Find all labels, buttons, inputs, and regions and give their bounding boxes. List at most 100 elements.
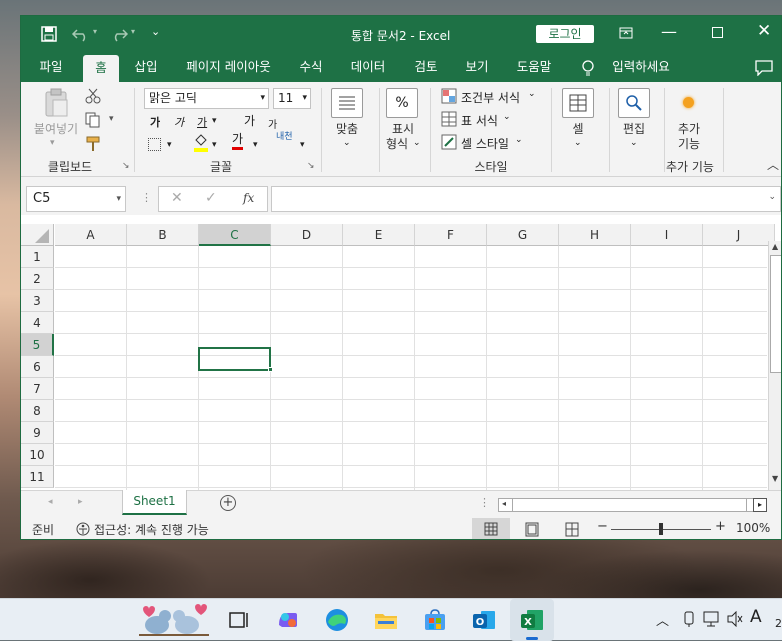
enter-icon[interactable]: ✓ (205, 190, 217, 206)
paste-icon[interactable] (43, 88, 69, 118)
percent-icon[interactable]: % (386, 88, 418, 118)
close-icon[interactable]: ✕ (757, 21, 771, 41)
column-header-i[interactable]: I (631, 224, 703, 246)
row-header-4[interactable]: 4 (21, 312, 54, 334)
cell-style-button[interactable]: 셀 스타일 (461, 135, 509, 152)
column-header-h[interactable]: H (559, 224, 631, 246)
horizontal-scroll-thumb[interactable] (512, 499, 747, 511)
normal-view-button[interactable] (472, 518, 510, 539)
phonetic-button[interactable]: 내천 (276, 132, 294, 142)
row-header-2[interactable]: 2 (21, 268, 54, 290)
conditional-dropdown-icon[interactable]: ⌄ (528, 89, 536, 99)
number-format-dropdown-icon[interactable]: ⌄ (413, 138, 421, 148)
cell-style-dropdown-icon[interactable]: ⌄ (515, 135, 523, 145)
selected-cell-c5[interactable] (198, 347, 271, 371)
accessibility-status[interactable]: 접근성: 계속 진행 가능 (94, 521, 209, 538)
show-hidden-icons-icon[interactable]: ︿ (656, 610, 669, 629)
row-header-11[interactable]: 11 (21, 466, 54, 488)
column-header-f[interactable]: F (415, 224, 487, 246)
fill-handle[interactable] (268, 367, 273, 372)
scroll-left-icon[interactable]: ◂ (502, 499, 506, 508)
name-box[interactable]: C5 ▾ (26, 186, 126, 212)
login-button[interactable]: 로그인 (536, 25, 594, 43)
page-layout-view-icon[interactable] (524, 522, 540, 537)
underline-dropdown-icon[interactable]: ▾ (212, 116, 217, 126)
tab-formulas[interactable]: 수식 (291, 52, 331, 82)
save-icon[interactable] (41, 26, 57, 42)
editing-button[interactable]: 편집 (614, 122, 654, 137)
increase-font-button[interactable]: 가 (244, 112, 255, 129)
tab-insert[interactable]: 삽입 (126, 52, 166, 82)
excel-taskbar-button[interactable]: X (510, 599, 554, 641)
volume-icon[interactable] (726, 611, 744, 627)
undo-icon[interactable] (71, 26, 91, 42)
comments-icon[interactable] (755, 60, 773, 76)
input-language-indicator[interactable]: A (750, 607, 762, 627)
undo-dropdown-icon[interactable]: ▾ (93, 27, 97, 36)
number-format-button[interactable]: 표시 (383, 122, 423, 137)
paste-button[interactable]: 붙여넣기 (29, 122, 83, 137)
editing-icon[interactable] (618, 88, 650, 118)
column-header-c[interactable]: C (199, 224, 271, 246)
fill-color-dropdown-icon[interactable]: ▾ (212, 140, 217, 150)
zoom-in-icon[interactable]: + (715, 519, 726, 534)
page-break-view-icon[interactable] (564, 522, 580, 537)
row-header-3[interactable]: 3 (21, 290, 54, 312)
tab-help[interactable]: 도움말 (509, 52, 559, 82)
paste-dropdown-icon[interactable]: ▾ (50, 138, 55, 148)
font-color-button[interactable]: 가 (232, 132, 244, 150)
row-header-5[interactable]: 5 (21, 334, 54, 356)
task-view-icon[interactable] (224, 605, 254, 635)
edge-icon[interactable] (322, 605, 352, 635)
copilot-icon[interactable] (273, 605, 303, 635)
bold-button[interactable]: 가 (150, 114, 160, 130)
cells-icon[interactable] (562, 88, 594, 118)
row-header-6[interactable]: 6 (21, 356, 54, 378)
copy-dropdown-icon[interactable]: ▾ (109, 114, 114, 124)
column-header-b[interactable]: B (127, 224, 199, 246)
zoom-level[interactable]: 100% (736, 521, 770, 535)
formula-input[interactable]: ⌄ (271, 186, 781, 212)
network-icon[interactable] (703, 611, 721, 627)
font-launcher-icon[interactable]: ↘ (307, 161, 315, 171)
border-icon[interactable] (148, 138, 161, 151)
worksheet-grid[interactable]: ABCDEFGHIJ 1 2 3 4 5 6 7 8 9 10 11 ▲ ▼ (21, 215, 781, 490)
copy-icon[interactable] (85, 112, 101, 128)
underline-button[interactable]: 가 (197, 114, 207, 130)
ribbon-display-icon[interactable] (619, 27, 633, 39)
tab-view[interactable]: 보기 (457, 52, 497, 82)
decrease-font-button[interactable]: 가 (268, 116, 277, 131)
clock[interactable]: 2 (775, 617, 782, 630)
select-all-button[interactable] (21, 224, 54, 246)
minimize-icon[interactable]: — (661, 22, 677, 41)
onedrive-pen-icon[interactable] (681, 610, 697, 628)
cells-dropdown-icon[interactable]: ⌄ (574, 138, 582, 148)
sheet-prev-icon[interactable]: ◂ (48, 497, 53, 507)
vertical-scrollbar[interactable]: ▲ ▼ (768, 241, 781, 490)
row-header-10[interactable]: 10 (21, 444, 54, 466)
column-header-g[interactable]: G (487, 224, 559, 246)
sheet-next-icon[interactable]: ▸ (78, 497, 83, 507)
table-format-button[interactable]: 표 서식 (461, 112, 498, 129)
column-header-a[interactable]: A (55, 224, 127, 246)
editing-dropdown-icon[interactable]: ⌄ (630, 138, 638, 148)
collapse-ribbon-icon[interactable]: ︿ (767, 156, 779, 173)
alignment-button[interactable]: 맞춤 (329, 122, 365, 137)
accessibility-icon[interactable] (75, 521, 91, 537)
redo-icon[interactable] (109, 26, 129, 42)
font-name-select[interactable]: 맑은 고딕 ▾ (144, 88, 269, 109)
scroll-down-icon[interactable]: ▼ (772, 474, 778, 483)
zoom-out-icon[interactable]: − (597, 519, 608, 534)
border-dropdown-icon[interactable]: ▾ (167, 140, 172, 150)
add-ins-icon[interactable] (683, 97, 694, 108)
tell-me-search[interactable]: 입력하세요 (606, 52, 676, 82)
italic-button[interactable]: 가 (174, 114, 184, 130)
horizontal-scrollbar[interactable]: ◂ (498, 498, 766, 512)
tab-page-layout[interactable]: 페이지 레이아웃 (176, 52, 281, 82)
fill-color-icon[interactable] (193, 134, 209, 152)
row-header-8[interactable]: 8 (21, 400, 54, 422)
widgets-birds-icon[interactable] (135, 601, 213, 639)
tab-home[interactable]: 홈 (83, 55, 119, 82)
cells-button[interactable]: 셀 (558, 122, 598, 137)
conditional-format-button[interactable]: 조건부 서식 (461, 89, 520, 106)
